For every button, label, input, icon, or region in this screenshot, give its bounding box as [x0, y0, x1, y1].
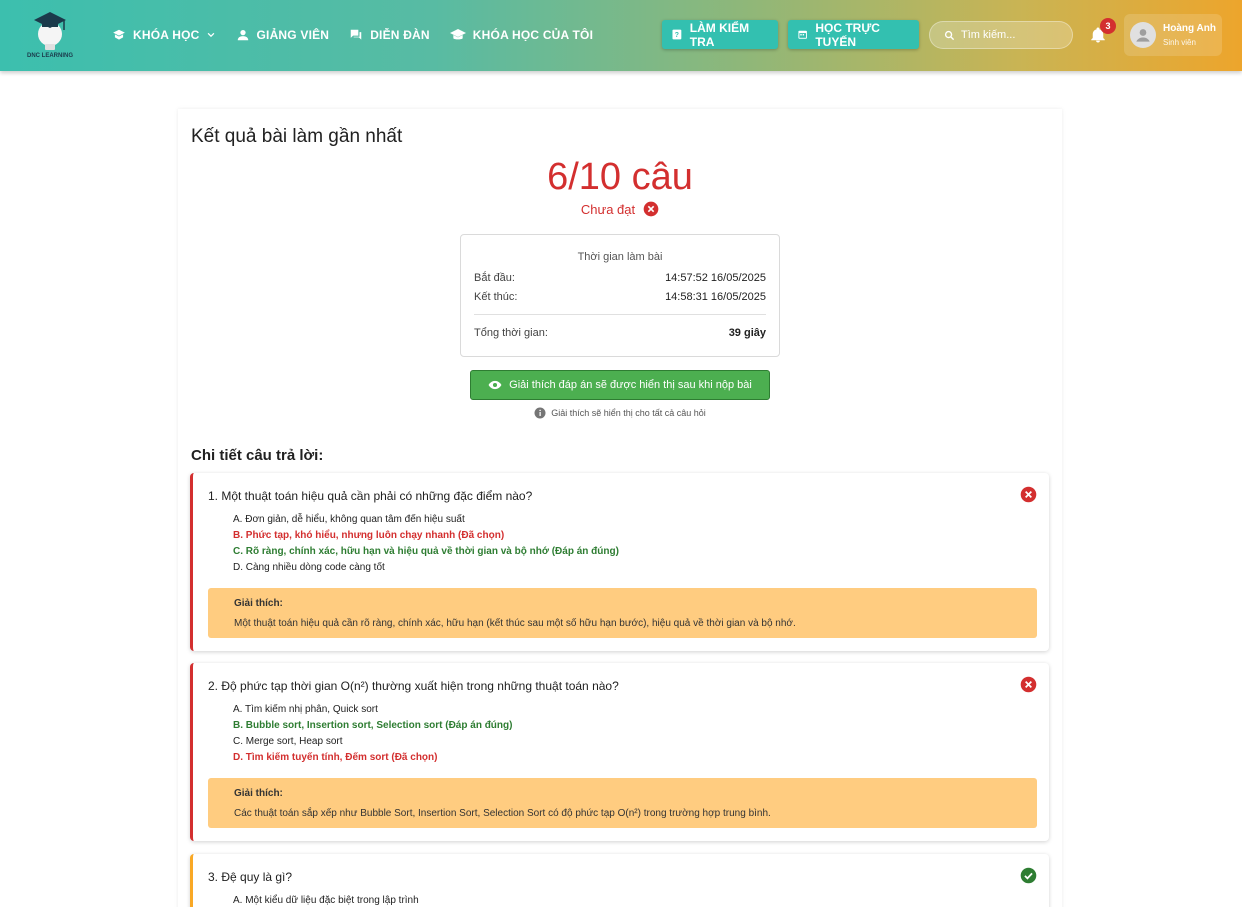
wrong-answer-status [1020, 486, 1037, 508]
result-card: Kết quả bài làm gần nhất 6/10 câu Chưa đ… [178, 109, 1062, 907]
divider [474, 314, 766, 315]
search-box[interactable] [929, 21, 1073, 49]
answer-option: C. Merge sort, Heap sort [233, 736, 343, 747]
answers-detail-title: Chi tiết câu trả lời: [191, 447, 324, 464]
eye-icon [488, 380, 502, 390]
explanation-label: Giải thích: [234, 788, 283, 799]
answer-option-selected-wrong: B. Phức tạp, khó hiểu, nhưng luôn chạy n… [233, 530, 505, 541]
person-icon [237, 30, 248, 41]
main-nav: KHÓA HỌC GIẢNG VIÊN DIỄN ĐÀN KHÓA HỌC CỦ… [112, 26, 613, 44]
top-header: DNC LEARNING KHÓA HỌC GIẢNG VIÊN DIỄN ĐÀ… [0, 0, 1242, 71]
answer-option-selected-wrong: D. Tìm kiếm tuyến tính, Đếm sort (Đã chọ… [233, 752, 438, 763]
search-input[interactable] [961, 29, 1061, 41]
score-value: 6/10 câu [547, 156, 693, 198]
answer-option-correct: C. Rõ ràng, chính xác, hữu hạn và hiệu q… [233, 546, 619, 557]
brand-logo[interactable]: DNC LEARNING [22, 8, 78, 62]
nav-instructors[interactable]: GIẢNG VIÊN [236, 26, 330, 44]
nav-my-courses[interactable]: KHÓA HỌC CỦA TÔI [449, 26, 594, 44]
time-summary-box: Thời gian làm bài Bắt đầu: 14:57:52 16/0… [460, 234, 780, 357]
start-time-value: 14:57:52 16/05/2025 [665, 272, 766, 284]
start-time-row: Bắt đầu: 14:57:52 16/05/2025 [474, 272, 766, 284]
nav-instructors-label: GIẢNG VIÊN [256, 28, 330, 42]
explanation-text: Một thuật toán hiệu quả cần rõ ràng, chí… [234, 618, 796, 629]
result-status: Chưa đạt [178, 201, 1062, 217]
total-time-row: Tổng thời gian: 39 giây [474, 327, 766, 339]
cancel-icon [1020, 676, 1037, 693]
answer-options: A. Một kiểu dữ liệu đặc biệt trong lập t… [233, 893, 419, 907]
correct-answer-status [1020, 867, 1037, 889]
total-time-value: 39 giây [728, 327, 766, 339]
question-card: 1. Một thuật toán hiệu quả cần phải có n… [190, 473, 1049, 651]
result-status-label: Chưa đạt [580, 201, 636, 217]
page-title: Kết quả bài làm gần nhất [191, 126, 403, 147]
brand-name: DNC LEARNING [27, 53, 73, 59]
question-card: 2. Độ phức tạp thời gian O(n²) thường xu… [190, 663, 1049, 841]
answer-option: A. Tìm kiếm nhị phân, Quick sort [233, 704, 378, 715]
nav-courses-label: KHÓA HỌC [133, 28, 200, 42]
nav-forum[interactable]: DIỄN ĐÀN [349, 26, 430, 44]
svg-text:?: ? [675, 32, 679, 39]
online-learning-label: HỌC TRỰC TUYẾN [815, 20, 880, 49]
explanation-box: Giải thích: Các thuật toán sắp xếp như B… [208, 778, 1037, 828]
nav-forum-label: DIỄN ĐÀN [370, 28, 430, 42]
nav-my-courses-label: KHÓA HỌC CỦA TÔI [472, 28, 594, 42]
quiz-icon: ? [672, 29, 682, 40]
wrong-answer-status [1020, 676, 1037, 698]
account-circle-icon [1136, 29, 1150, 42]
end-time-value: 14:58:31 16/05/2025 [665, 291, 766, 303]
user-role: Sinh viên [1163, 38, 1196, 47]
info-icon [534, 407, 546, 419]
answer-options: A. Tìm kiếm nhị phân, Quick sort B. Bubb… [233, 702, 512, 766]
answer-option: D. Càng nhiều dòng code càng tốt [233, 562, 385, 573]
cancel-icon [1020, 486, 1037, 503]
explanation-label: Giải thích: [234, 598, 283, 609]
time-summary-title: Thời gian làm bài [577, 251, 663, 263]
online-learning-button[interactable]: HỌC TRỰC TUYẾN [788, 20, 919, 49]
check-circle-icon [1020, 867, 1037, 884]
question-title: 2. Độ phức tạp thời gian O(n²) thường xu… [208, 679, 619, 693]
answer-options: A. Đơn giản, dễ hiểu, không quan tâm đến… [233, 512, 619, 576]
user-menu[interactable]: Hoàng Anh Sinh viên [1124, 14, 1222, 56]
answer-option: A. Một kiểu dữ liệu đặc biệt trong lập t… [233, 895, 419, 906]
take-test-label: LÀM KIỂM TRA [689, 20, 750, 49]
calendar-icon [798, 30, 807, 39]
user-name: Hoàng Anh [1163, 23, 1216, 34]
total-time-label: Tổng thời gian: [474, 327, 548, 339]
question-card: 3. Đệ quy là gì? A. Một kiểu dữ liệu đặc… [190, 854, 1049, 907]
nav-courses[interactable]: KHÓA HỌC [112, 26, 216, 44]
end-time-row: Kết thúc: 14:58:31 16/05/2025 [474, 291, 766, 303]
search-icon [944, 30, 955, 40]
show-explanation-label: Giải thích đáp án sẽ được hiển thị sau k… [509, 379, 752, 391]
explanation-text: Các thuật toán sắp xếp như Bubble Sort, … [234, 808, 771, 819]
forum-icon [350, 29, 362, 40]
avatar [1130, 22, 1156, 48]
notification-count-badge: 3 [1100, 18, 1116, 34]
cancel-icon [643, 201, 659, 217]
answer-option: A. Đơn giản, dễ hiểu, không quan tâm đến… [233, 514, 465, 525]
explanation-note-text: Giải thích sẽ hiển thị cho tất cả câu hỏ… [551, 408, 706, 418]
graduation-cap-icon [449, 29, 466, 40]
explanation-box: Giải thích: Một thuật toán hiệu quả cần … [208, 588, 1037, 638]
take-test-button[interactable]: ? LÀM KIỂM TRA [662, 20, 778, 49]
bulb-graduation-cap-icon [34, 12, 66, 50]
show-explanation-button[interactable]: Giải thích đáp án sẽ được hiển thị sau k… [470, 370, 770, 400]
book-icon [113, 29, 125, 40]
chevron-down-icon [207, 32, 214, 38]
question-title: 3. Đệ quy là gì? [208, 870, 293, 884]
end-time-label: Kết thúc: [474, 291, 518, 303]
answer-option-correct: B. Bubble sort, Insertion sort, Selectio… [233, 720, 513, 731]
explanation-note: Giải thích sẽ hiển thị cho tất cả câu hỏ… [178, 407, 1062, 419]
start-time-label: Bắt đầu: [474, 272, 515, 284]
question-title: 1. Một thuật toán hiệu quả cần phải có n… [208, 489, 533, 503]
